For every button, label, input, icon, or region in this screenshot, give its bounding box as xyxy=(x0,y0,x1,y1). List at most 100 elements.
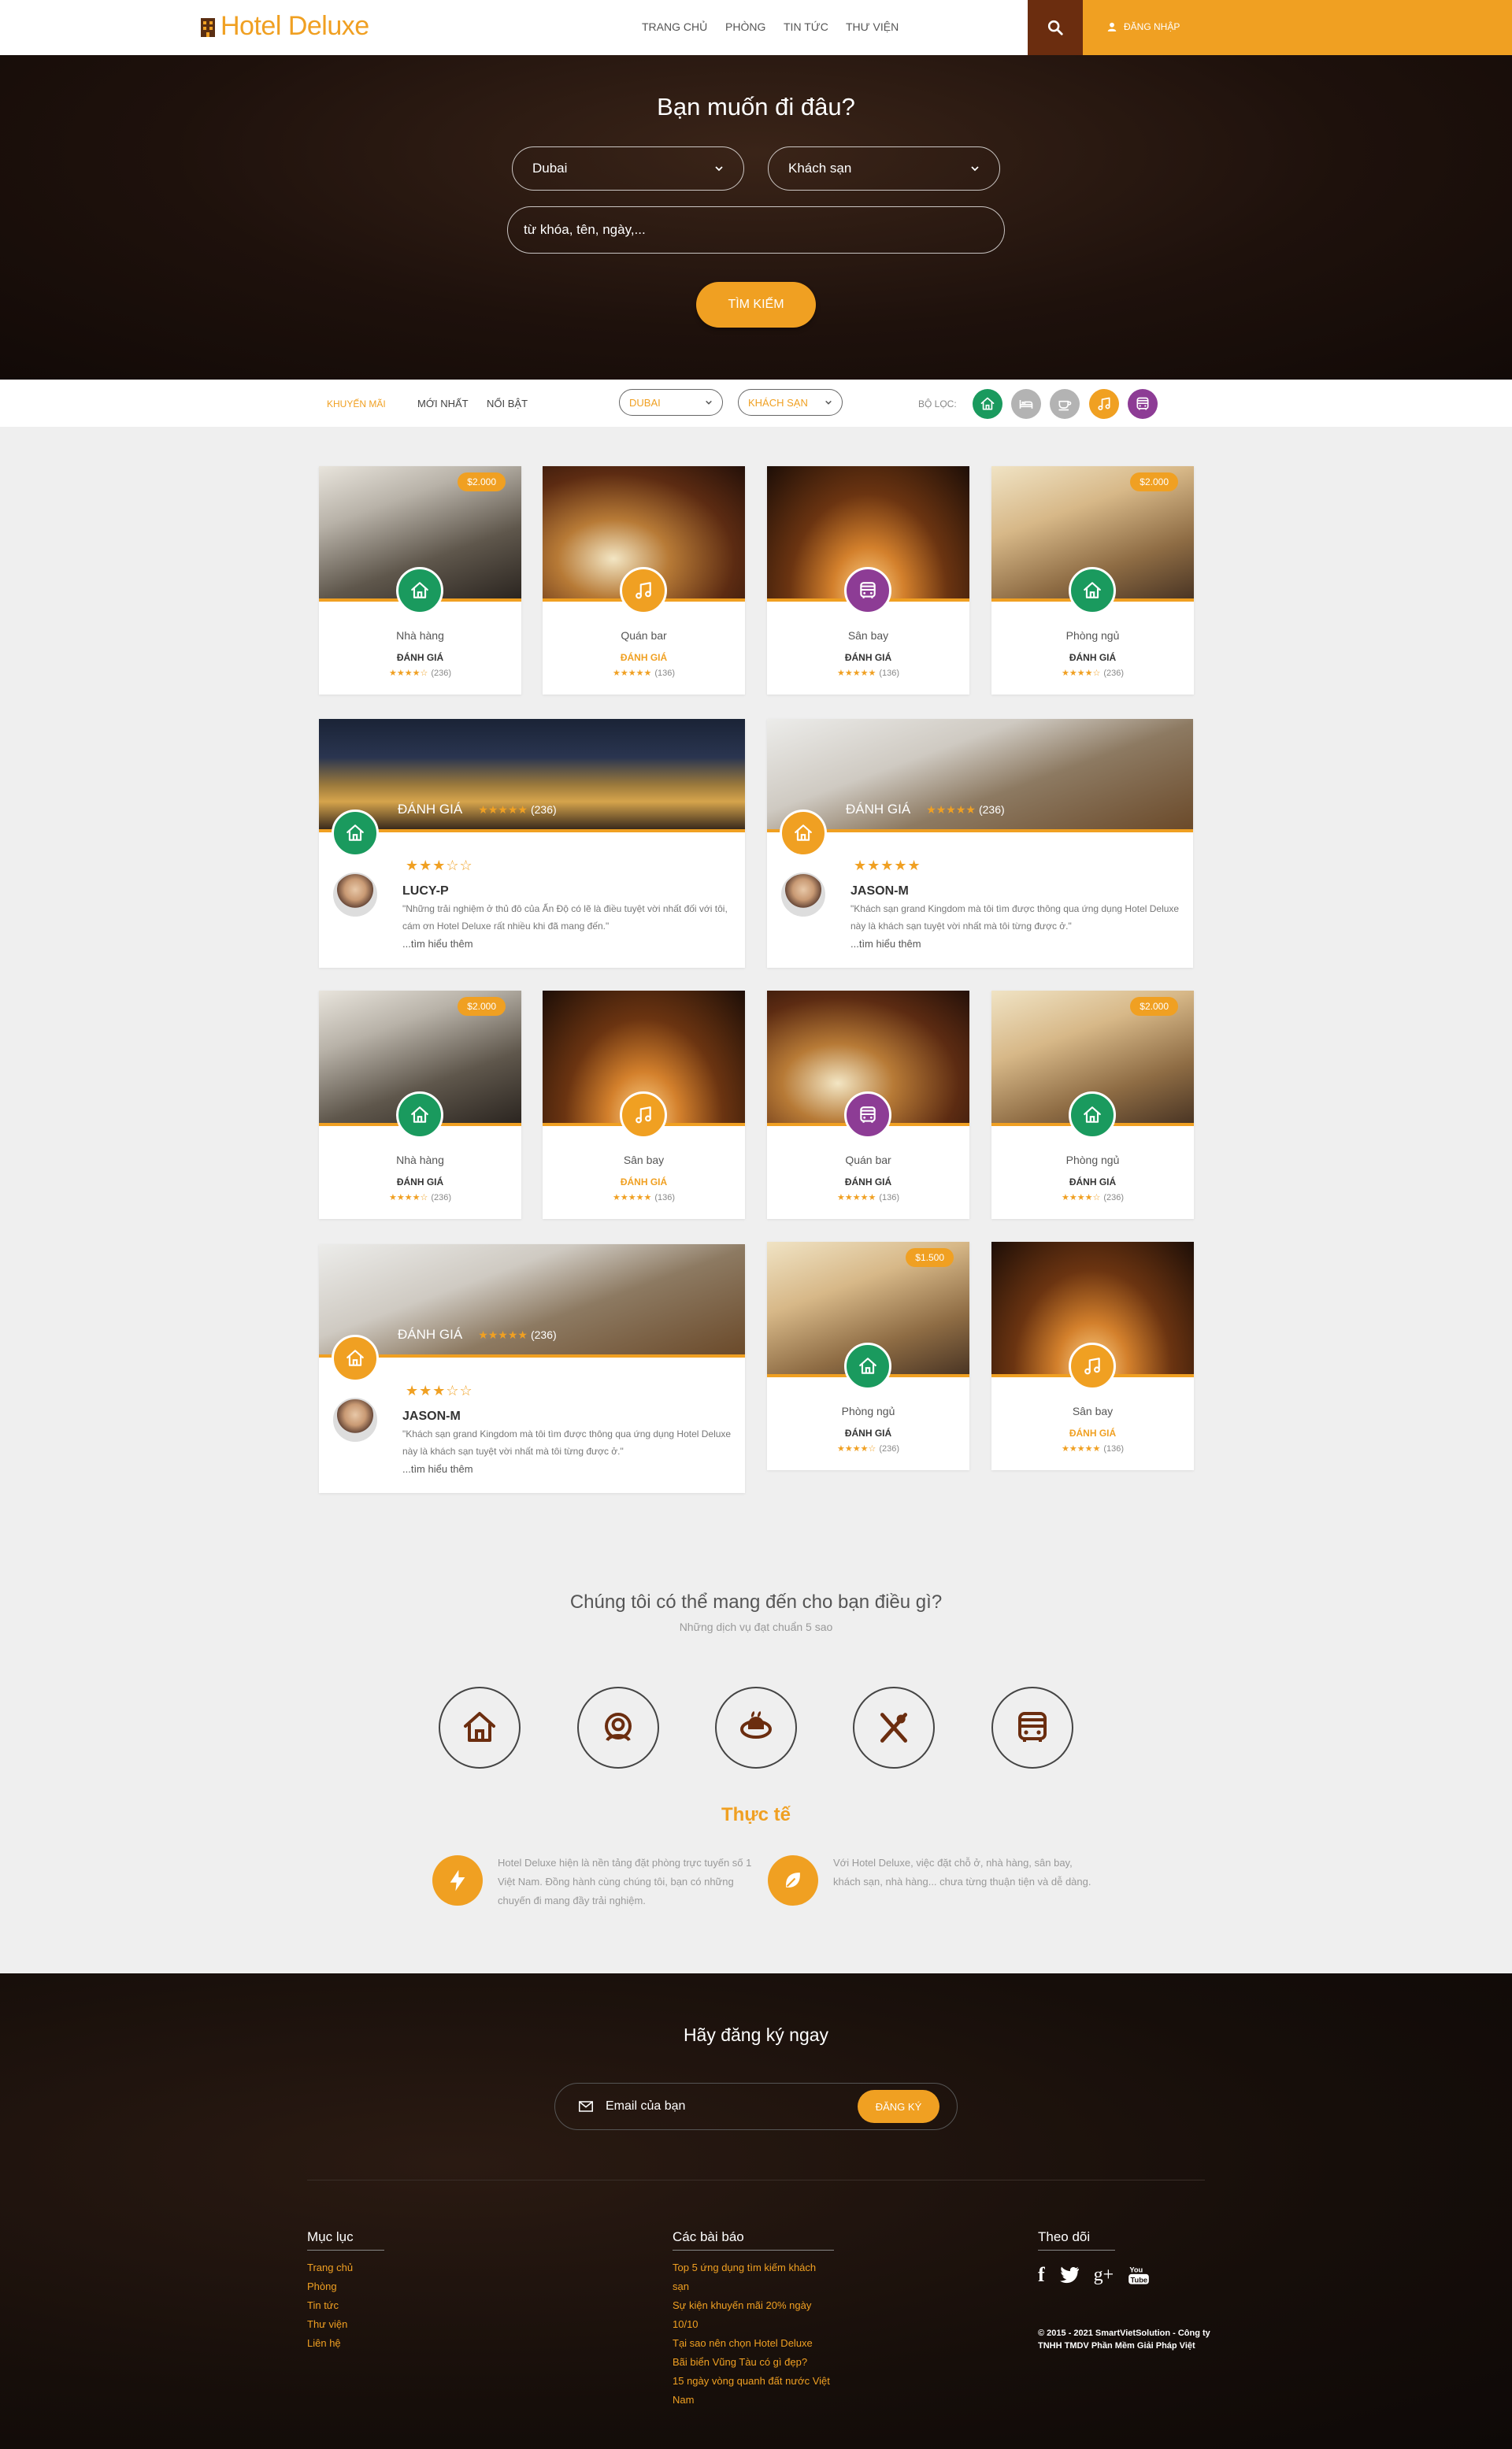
email-placeholder: Email của bạn xyxy=(606,2099,686,2113)
filter-cafe-button[interactable] xyxy=(1050,389,1080,419)
rating-label: ĐÁNH GIÁ xyxy=(846,802,911,817)
service-restaurant[interactable] xyxy=(853,1687,935,1769)
service-home[interactable] xyxy=(439,1687,521,1769)
type-select[interactable]: Khách sạn xyxy=(768,146,1000,191)
stars: ★★★★★ xyxy=(926,803,976,816)
stars: ★★★★★ xyxy=(478,1328,528,1341)
brand-name: Hotel Deluxe xyxy=(220,11,369,41)
price-badge: $2.000 xyxy=(1130,997,1178,1016)
nav-news[interactable]: TIN TỨC xyxy=(784,20,828,33)
listing-card[interactable]: $2.000 Nhà hàng ĐÁNH GIÁ ★★★★☆ (236) xyxy=(319,991,521,1219)
stars: ★★★★☆ xyxy=(837,1444,876,1454)
star-rating: ★★★★★ (136) xyxy=(543,668,745,678)
listing-card[interactable]: $2.000 Phòng ngủ ĐÁNH GIÁ ★★★★☆ (236) xyxy=(991,991,1194,1219)
googleplus-icon[interactable]: g+ xyxy=(1094,2265,1114,2286)
footer-link-rooms[interactable]: Phòng xyxy=(307,2277,384,2296)
facebook-icon[interactable]: f xyxy=(1038,2263,1045,2287)
star-rating: ★★★★★ (136) xyxy=(767,1192,969,1202)
category-badge xyxy=(332,810,379,857)
service-cafe[interactable] xyxy=(715,1687,797,1769)
listing-card[interactable]: Sân bay ĐÁNH GIÁ ★★★★★ (136) xyxy=(991,1242,1194,1470)
tab-featured[interactable]: NỔI BẬT xyxy=(487,398,528,409)
nav-home[interactable]: TRANG CHỦ xyxy=(642,20,707,33)
filter-location-select[interactable]: DUBAI xyxy=(619,389,723,416)
filter-hotel-button[interactable] xyxy=(1011,389,1041,419)
footer-post-link[interactable]: Sự kiện khuyến mãi 20% ngày 10/10 xyxy=(673,2296,834,2334)
footer-link-news[interactable]: Tin tức xyxy=(307,2296,384,2315)
service-reception[interactable] xyxy=(577,1687,659,1769)
listing-card[interactable]: $2.000 Nhà hàng ĐÁNH GIÁ ★★★★☆ (236) xyxy=(319,466,521,695)
login-link[interactable]: Đăng nhập xyxy=(1106,20,1180,33)
fact-2-text: Với Hotel Deluxe, việc đặt chỗ ở, nhà hà… xyxy=(833,1857,1091,1888)
fact-1-badge xyxy=(432,1855,483,1906)
review-card[interactable]: ĐÁNH GIÁ ★★★★★ (236) ★★★★★ JASON-M "Khách … xyxy=(767,719,1193,968)
music-icon xyxy=(633,1105,654,1125)
tab-promotions[interactable]: KHUYẾN MÃI xyxy=(327,398,386,409)
listing-card[interactable]: Quán bar ĐÁNH GIÁ ★★★★★ (136) xyxy=(767,991,969,1219)
price-badge: $2.000 xyxy=(458,472,506,491)
home-icon xyxy=(1082,580,1102,601)
footer-post-link[interactable]: Top 5 ứng dụng tìm kiếm khách sạn xyxy=(673,2258,834,2296)
footer-menu: Mục lục Trang chủ Phòng Tin tức Thư viện… xyxy=(307,2229,384,2353)
brand-logo[interactable]: Hotel Deluxe xyxy=(200,11,369,42)
rating-label: ĐÁNH GIÁ xyxy=(1069,1176,1117,1187)
service-transport[interactable] xyxy=(991,1687,1073,1769)
chevron-down-icon xyxy=(825,400,832,405)
home-icon xyxy=(410,1105,430,1125)
footer-post-link[interactable]: 15 ngày vòng quanh đất nước Việt Nam xyxy=(673,2372,834,2410)
listing-card[interactable]: Sân bay ĐÁNH GIÁ ★★★★★ (136) xyxy=(543,991,745,1219)
footer-post-link[interactable]: Bãi biển Vũng Tàu có gì đẹp? xyxy=(673,2353,834,2372)
category-badge xyxy=(844,1343,891,1390)
review-card[interactable]: ĐÁNH GIÁ ★★★★★ (236) ★★★☆☆ LUCY-P "Những t… xyxy=(319,719,745,968)
keyword-input[interactable]: từ khóa, tên, ngày,... xyxy=(507,206,1005,254)
review-username: JASON-M xyxy=(402,1410,461,1423)
search-submit-button[interactable]: TÌM KIẾM xyxy=(696,282,816,328)
read-more-link[interactable]: ...tìm hiểu thêm xyxy=(402,1463,473,1475)
filter-home-button[interactable] xyxy=(973,389,1002,419)
footer-post-link[interactable]: Tại sao nên chọn Hotel Deluxe xyxy=(673,2334,834,2353)
review-text: "Những trải nghiệm ở thủ đô của Ấn Độ có… xyxy=(402,903,728,932)
login-label: Đăng nhập xyxy=(1124,21,1180,32)
twitter-icon[interactable] xyxy=(1059,2266,1080,2284)
listing-card[interactable]: Quán bar ĐÁNH GIÁ ★★★★★ (136) xyxy=(543,466,745,695)
facts-title: Thực tế xyxy=(721,1804,791,1825)
read-more-link[interactable]: ...tìm hiểu thêm xyxy=(850,938,921,950)
listing-name: Sân bay xyxy=(623,1154,665,1166)
stars: ★★★★☆ xyxy=(1062,1193,1101,1202)
category-badge xyxy=(780,810,827,857)
location-select[interactable]: Dubai xyxy=(512,146,744,191)
review-count: (236) xyxy=(530,1328,557,1341)
home-icon xyxy=(858,1356,878,1376)
nav-gallery[interactable]: THƯ VIỆN xyxy=(846,20,899,33)
footer-link-home[interactable]: Trang chủ xyxy=(307,2258,384,2277)
user-star-rating: ★★★★★ xyxy=(854,858,921,873)
music-icon xyxy=(633,580,654,601)
email-input[interactable]: Email của bạn xyxy=(579,2084,685,2129)
svg-text:You: You xyxy=(1130,2266,1143,2274)
review-count: (136) xyxy=(654,1193,675,1202)
user-star-rating: ★★★☆☆ xyxy=(406,1383,473,1399)
nav-rooms[interactable]: PHÒNG xyxy=(725,20,765,33)
footer-link-contact[interactable]: Liên hệ xyxy=(307,2334,384,2353)
filter-bus-button[interactable] xyxy=(1128,389,1158,419)
signup-button[interactable]: ĐĂNG KÝ xyxy=(858,2090,939,2123)
youtube-icon[interactable]: You Tube xyxy=(1128,2264,1150,2286)
listing-card[interactable]: Sân bay ĐÁNH GIÁ ★★★★★ (136) xyxy=(767,466,969,695)
footer-link-gallery[interactable]: Thư viện xyxy=(307,2315,384,2334)
filter-type-select[interactable]: KHÁCH SẠN xyxy=(738,389,843,416)
stars: ★★★★★ xyxy=(837,1193,876,1202)
tab-newest[interactable]: MỚI NHẤT xyxy=(417,398,469,409)
stars: ★★★★★ xyxy=(478,803,528,816)
restaurant-icon xyxy=(876,1710,911,1745)
header-search-button[interactable] xyxy=(1028,0,1083,55)
read-more-link[interactable]: ...tìm hiểu thêm xyxy=(402,938,473,950)
filter-music-button[interactable] xyxy=(1089,389,1119,419)
review-count: (236) xyxy=(1103,1193,1124,1202)
footer-menu-title: Mục lục xyxy=(307,2229,384,2251)
listing-card[interactable]: $2.000 Phòng ngủ ĐÁNH GIÁ ★★★★☆ (236) xyxy=(991,466,1194,695)
chevron-down-icon xyxy=(706,400,712,405)
review-card[interactable]: ĐÁNH GIÁ ★★★★★ (236) ★★★☆☆ JASON-M "Khách … xyxy=(319,1244,745,1493)
avatar xyxy=(333,873,377,917)
listing-card[interactable]: $1.500 Phòng ngủ ĐÁNH GIÁ ★★★★☆ (236) xyxy=(767,1242,969,1470)
review-username: JASON-M xyxy=(850,884,909,898)
